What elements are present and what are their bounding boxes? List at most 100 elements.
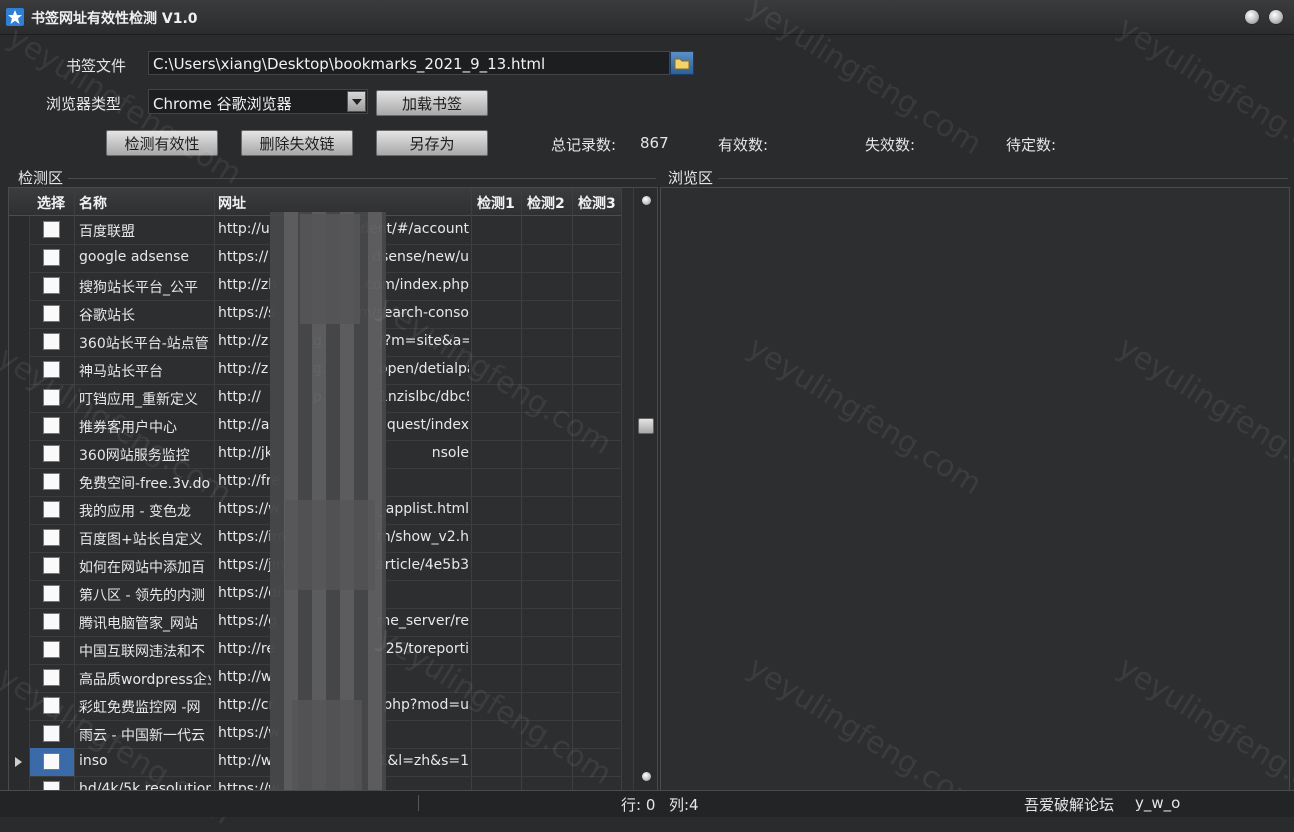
- select-cell[interactable]: [30, 776, 74, 790]
- row-indicator[interactable]: [9, 244, 30, 272]
- bookmark-url-tail[interactable]: /?m=site&a=in: [379, 333, 469, 349]
- check-validity-button[interactable]: 检测有效性: [106, 130, 218, 156]
- chevron-down-icon[interactable]: [347, 91, 366, 112]
- bookmark-name[interactable]: 360网站服务监控: [79, 445, 211, 465]
- bookmark-name[interactable]: inso: [79, 753, 211, 769]
- row-checkbox[interactable]: [43, 361, 60, 378]
- row-checkbox[interactable]: [43, 501, 60, 518]
- select-cell[interactable]: [30, 412, 74, 440]
- bookmark-name[interactable]: 我的应用 - 变色龙: [79, 501, 211, 521]
- row-checkbox[interactable]: [43, 585, 60, 602]
- bookmark-name[interactable]: 中国互联网违法和不: [79, 641, 211, 661]
- row-checkbox[interactable]: [43, 417, 60, 434]
- bookmark-name[interactable]: 推券客用户中心: [79, 417, 211, 437]
- row-checkbox[interactable]: [43, 529, 60, 546]
- select-cell[interactable]: [30, 468, 74, 496]
- bookmark-name[interactable]: 第八区 - 领先的内测: [79, 585, 211, 605]
- bookmark-name[interactable]: 免费空间-free.3v.do: [79, 473, 211, 493]
- bookmark-name[interactable]: google adsense: [79, 249, 211, 265]
- column-header-check2[interactable]: 检测2: [527, 193, 565, 213]
- row-indicator[interactable]: [9, 272, 30, 300]
- load-bookmarks-button[interactable]: 加载书签: [376, 90, 488, 116]
- row-indicator[interactable]: [9, 776, 30, 790]
- select-cell[interactable]: [30, 748, 74, 776]
- row-indicator[interactable]: [9, 440, 30, 468]
- browse-area-panel[interactable]: [660, 187, 1290, 791]
- bookmark-name[interactable]: 百度图+站长自定义: [79, 529, 211, 549]
- select-cell[interactable]: [30, 720, 74, 748]
- row-checkbox[interactable]: [43, 221, 60, 238]
- bookmark-name[interactable]: 搜狗站长平台_公平: [79, 277, 211, 297]
- bookmark-url-tail[interactable]: open/detialpage: [379, 361, 469, 377]
- row-indicator[interactable]: [9, 328, 30, 356]
- select-cell[interactable]: [30, 608, 74, 636]
- bookmark-name[interactable]: 百度联盟: [79, 221, 211, 241]
- column-header-select[interactable]: 选择: [37, 193, 65, 213]
- bookmark-url-tail[interactable]: 1nzislbc/dbc96: [379, 389, 469, 405]
- row-indicator[interactable]: [9, 216, 30, 244]
- column-header-name[interactable]: 名称: [79, 193, 107, 213]
- select-cell[interactable]: [30, 384, 74, 412]
- delete-invalid-button[interactable]: 删除失效链: [241, 130, 353, 156]
- browser-type-select[interactable]: Chrome 谷歌浏览器: [148, 89, 368, 114]
- close-button[interactable]: [1269, 10, 1283, 24]
- row-indicator[interactable]: [9, 496, 30, 524]
- row-indicator[interactable]: [9, 692, 30, 720]
- column-header-check3[interactable]: 检测3: [578, 193, 616, 213]
- row-indicator[interactable]: [9, 608, 30, 636]
- row-checkbox[interactable]: [43, 305, 60, 322]
- vertical-scrollbar[interactable]: [633, 188, 657, 790]
- row-indicator[interactable]: [9, 580, 30, 608]
- bookmark-name[interactable]: 谷歌站长: [79, 305, 211, 325]
- row-indicator[interactable]: [9, 468, 30, 496]
- scroll-down-button[interactable]: [642, 772, 651, 781]
- bookmark-name[interactable]: 叮铛应用_重新定义: [79, 389, 211, 409]
- row-checkbox[interactable]: [43, 641, 60, 658]
- save-as-button[interactable]: 另存为: [376, 130, 488, 156]
- select-cell[interactable]: [30, 496, 74, 524]
- bookmark-name[interactable]: 腾讯电脑管家_网站: [79, 613, 211, 633]
- select-cell[interactable]: [30, 272, 74, 300]
- browse-file-button[interactable]: [670, 51, 694, 75]
- select-cell[interactable]: [30, 692, 74, 720]
- row-indicator[interactable]: [9, 720, 30, 748]
- scroll-up-button[interactable]: [642, 196, 651, 205]
- row-checkbox[interactable]: [43, 613, 60, 630]
- select-cell[interactable]: [30, 552, 74, 580]
- minimize-button[interactable]: [1245, 10, 1259, 24]
- row-checkbox[interactable]: [43, 725, 60, 742]
- row-checkbox[interactable]: [43, 473, 60, 490]
- row-checkbox[interactable]: [43, 333, 60, 350]
- row-indicator[interactable]: [9, 636, 30, 664]
- select-cell[interactable]: [30, 580, 74, 608]
- select-cell[interactable]: [30, 244, 74, 272]
- row-checkbox[interactable]: [43, 557, 60, 574]
- scrollbar-thumb[interactable]: [638, 418, 654, 434]
- row-indicator[interactable]: [9, 356, 30, 384]
- select-cell[interactable]: [30, 524, 74, 552]
- row-indicator[interactable]: [9, 748, 30, 776]
- bookmark-file-input[interactable]: C:\Users\xiang\Desktop\bookmarks_2021_9_…: [148, 51, 670, 75]
- column-header-url[interactable]: 网址: [218, 193, 246, 213]
- bookmark-name[interactable]: 雨云 - 中国新一代云: [79, 725, 211, 745]
- bookmark-name[interactable]: 如何在网站中添加百: [79, 557, 211, 577]
- select-cell[interactable]: [30, 440, 74, 468]
- bookmark-name[interactable]: 彩虹免费监控网 -网: [79, 697, 211, 717]
- row-checkbox[interactable]: [43, 697, 60, 714]
- row-indicator[interactable]: [9, 384, 30, 412]
- bookmark-name[interactable]: 360站长平台-站点管: [79, 333, 211, 353]
- row-indicator[interactable]: [9, 524, 30, 552]
- select-cell[interactable]: [30, 636, 74, 664]
- bookmark-name[interactable]: 高品质wordpress企业: [79, 669, 211, 689]
- row-indicator[interactable]: [9, 664, 30, 692]
- select-cell[interactable]: [30, 356, 74, 384]
- row-indicator[interactable]: [9, 300, 30, 328]
- row-checkbox[interactable]: [43, 249, 60, 266]
- row-indicator[interactable]: [9, 552, 30, 580]
- bookmark-name[interactable]: 神马站长平台: [79, 361, 211, 381]
- select-cell[interactable]: [30, 664, 74, 692]
- select-cell[interactable]: [30, 300, 74, 328]
- row-checkbox[interactable]: [43, 277, 60, 294]
- row-checkbox[interactable]: [43, 389, 60, 406]
- row-checkbox[interactable]: [43, 445, 60, 462]
